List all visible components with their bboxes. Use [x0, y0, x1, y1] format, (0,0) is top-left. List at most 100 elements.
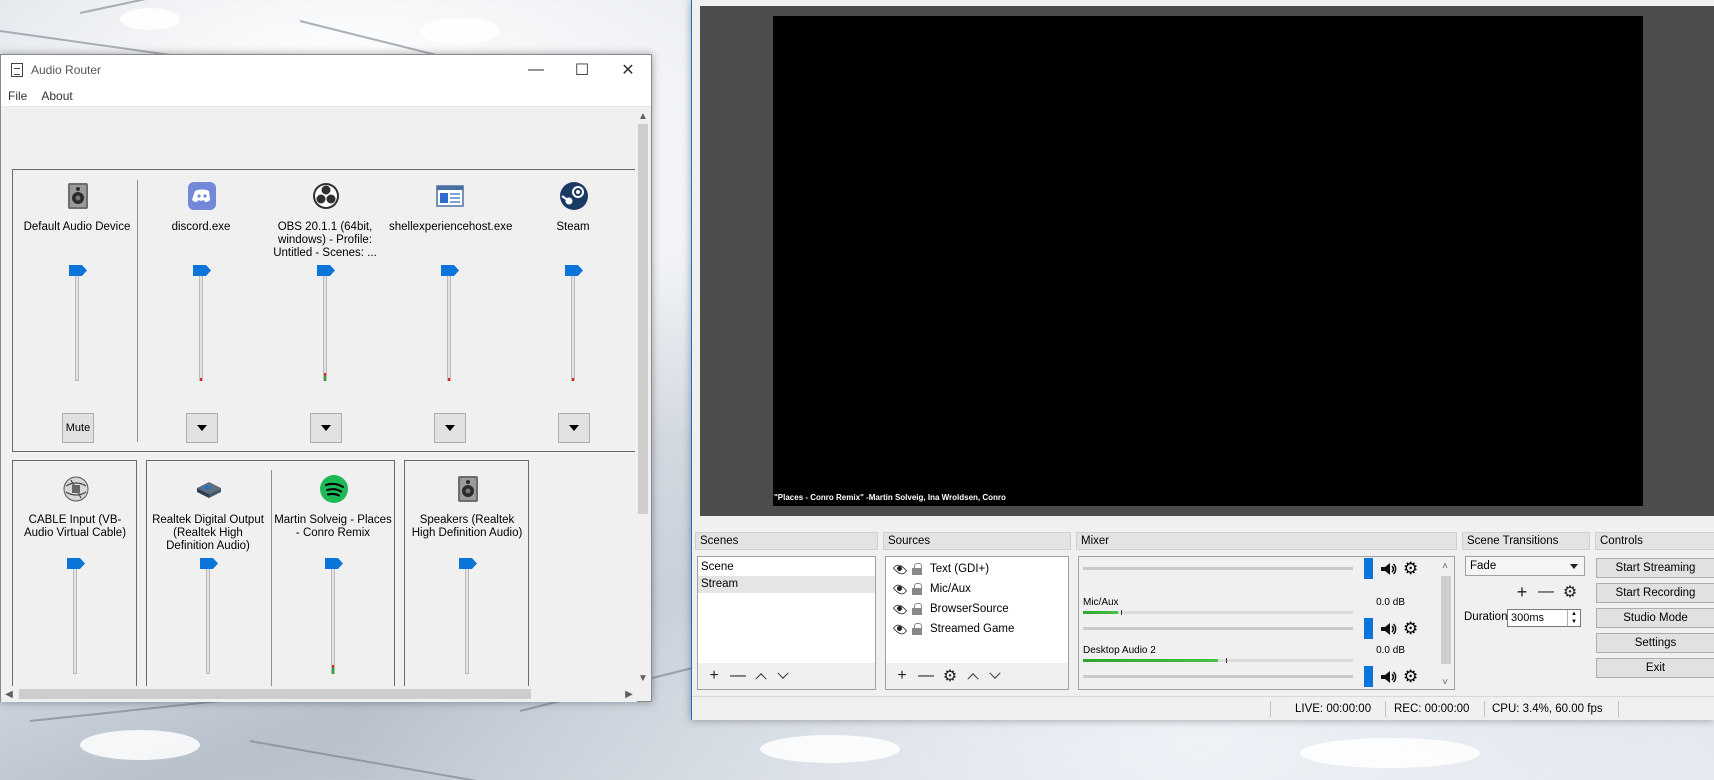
volume-slider-thumb[interactable]	[317, 265, 335, 276]
gear-icon[interactable]: ⚙	[1558, 581, 1582, 603]
visibility-icon[interactable]	[892, 584, 908, 594]
gear-icon[interactable]: ⚙	[938, 665, 962, 687]
window-title: Audio Router	[31, 63, 102, 77]
device-dropdown-button[interactable]	[186, 413, 218, 443]
source-item[interactable]: Mic/Aux	[886, 579, 1068, 599]
title-bar[interactable]: Audio Router — ☐ ✕	[1, 55, 651, 85]
source-item[interactable]: Streamed Game	[886, 619, 1068, 639]
volume-slider-thumb[interactable]	[459, 558, 477, 569]
volume-meter	[1083, 610, 1353, 615]
scene-item[interactable]: Scene	[698, 559, 875, 576]
volume-track[interactable]	[73, 564, 77, 674]
volume-track[interactable]	[571, 271, 575, 381]
volume-track[interactable]	[75, 271, 79, 381]
duration-input[interactable]: 300ms ▲ ▼	[1507, 609, 1581, 627]
gear-icon[interactable]: ⚙	[1403, 560, 1421, 578]
lock-icon[interactable]	[912, 603, 922, 615]
move-up-icon[interactable]	[750, 665, 772, 687]
volume-track[interactable]	[206, 564, 210, 674]
speaker-icon[interactable]	[1379, 668, 1397, 686]
volume-slider-thumb[interactable]	[193, 265, 211, 276]
device-dropdown-button[interactable]	[310, 413, 342, 443]
move-down-icon[interactable]	[772, 665, 794, 687]
resize-grip[interactable]	[635, 685, 651, 701]
level-meter	[448, 378, 450, 381]
live-timer: LIVE: 00:00:00	[1295, 703, 1372, 715]
lock-icon[interactable]	[912, 623, 922, 635]
volume-slider-thumb[interactable]	[565, 265, 583, 276]
add-scene-icon[interactable]: +	[702, 665, 726, 687]
maximize-icon[interactable]: ☐	[559, 55, 605, 85]
volume-track[interactable]	[447, 271, 451, 381]
volume-slider[interactable]	[1364, 666, 1373, 687]
vertical-scrollbar[interactable]: ▲ ▼	[635, 108, 651, 686]
channel-name: Desktop Audio 2	[1083, 645, 1156, 656]
gear-icon[interactable]: ⚙	[1403, 668, 1421, 686]
scroll-left-icon[interactable]: ◀	[1, 686, 17, 702]
studio-mode-button[interactable]: Studio Mode	[1596, 608, 1714, 628]
visibility-icon[interactable]	[892, 604, 908, 614]
volume-track[interactable]	[1083, 675, 1353, 678]
volume-track[interactable]	[465, 564, 469, 674]
device-name: CABLE Input (VB-Audio Virtual Cable)	[23, 514, 127, 539]
lock-icon[interactable]	[912, 583, 922, 595]
scroll-down-icon[interactable]: ▼	[635, 670, 651, 686]
remove-source-icon[interactable]: —	[914, 665, 938, 687]
volume-slider-thumb[interactable]	[69, 265, 87, 276]
device-name: shellexperiencehost.exe	[389, 221, 513, 233]
source-item[interactable]: Text (GDI+)	[886, 559, 1068, 579]
preview-canvas[interactable]: "Places - Conro Remix" -Martin Solveig, …	[773, 16, 1643, 506]
visibility-icon[interactable]	[892, 624, 908, 634]
volume-track[interactable]	[331, 564, 335, 674]
preview-area[interactable]: "Places - Conro Remix" -Martin Solveig, …	[700, 6, 1714, 516]
mixer-scrollbar[interactable]: ˄ ˅	[1438, 558, 1453, 689]
device-dropdown-button[interactable]	[558, 413, 590, 443]
source-item[interactable]: BrowserSource	[886, 599, 1068, 619]
scroll-thumb[interactable]	[19, 689, 531, 699]
scroll-up-icon[interactable]: ▲	[635, 108, 651, 124]
chevron-down-icon	[321, 425, 331, 431]
scroll-thumb[interactable]	[1441, 576, 1451, 664]
rec-timer: REC: 00:00:00	[1394, 703, 1470, 715]
close-icon[interactable]: ✕	[605, 55, 651, 85]
speaker-icon[interactable]	[1379, 620, 1397, 638]
volume-track[interactable]	[199, 271, 203, 381]
mute-button[interactable]: Mute	[62, 413, 94, 443]
exit-button[interactable]: Exit	[1596, 658, 1714, 678]
visibility-icon[interactable]	[892, 564, 908, 574]
move-down-icon[interactable]	[984, 665, 1006, 687]
settings-button[interactable]: Settings	[1596, 633, 1714, 653]
add-source-icon[interactable]: +	[890, 665, 914, 687]
volume-slider-thumb[interactable]	[67, 558, 85, 569]
cpu-fps: CPU: 3.4%, 60.00 fps	[1492, 703, 1603, 715]
horizontal-scrollbar[interactable]: ◀ ▶	[1, 686, 637, 702]
device-dropdown-button[interactable]	[434, 413, 466, 443]
remove-transition-icon[interactable]: —	[1534, 581, 1558, 603]
gear-icon[interactable]: ⚙	[1403, 620, 1421, 638]
transition-select[interactable]: Fade	[1465, 556, 1585, 576]
scroll-thumb[interactable]	[638, 124, 648, 514]
volume-track[interactable]	[323, 271, 327, 381]
start-streaming-button[interactable]: Start Streaming	[1596, 558, 1714, 578]
sources-dock-title: Sources	[883, 532, 1071, 550]
menu-about[interactable]: About	[34, 89, 79, 103]
speaker-icon[interactable]	[1379, 560, 1397, 578]
remove-scene-icon[interactable]: —	[726, 665, 750, 687]
lock-icon[interactable]	[912, 563, 922, 575]
add-transition-icon[interactable]: +	[1510, 581, 1534, 603]
menu-file[interactable]: File	[1, 89, 34, 103]
scene-item[interactable]: Stream	[698, 576, 875, 593]
volume-slider-thumb[interactable]	[200, 558, 218, 569]
scroll-up-icon[interactable]: ˄	[1438, 558, 1452, 574]
scroll-down-icon[interactable]: ˅	[1438, 674, 1452, 689]
volume-slider-thumb[interactable]	[441, 265, 459, 276]
minimize-icon[interactable]: —	[513, 55, 559, 85]
duration-stepper[interactable]: ▲ ▼	[1567, 610, 1580, 626]
start-recording-button[interactable]: Start Recording	[1596, 583, 1714, 603]
move-up-icon[interactable]	[962, 665, 984, 687]
obs-window: "Places - Conro Remix" -Martin Solveig, …	[691, 0, 1714, 720]
volume-slider[interactable]	[1364, 558, 1373, 579]
volume-slider[interactable]	[1364, 618, 1373, 639]
volume-slider-thumb[interactable]	[325, 558, 343, 569]
volume-track[interactable]	[1083, 627, 1353, 630]
